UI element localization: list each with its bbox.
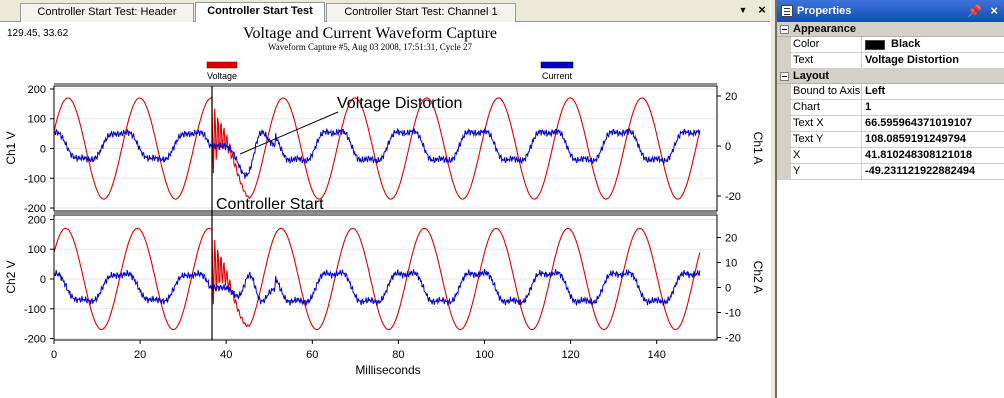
cursor-coordinate-readout: 129.45, 33.62	[7, 28, 69, 39]
ch1-left-axis-label: Ch1 V	[4, 131, 18, 164]
legend-swatch-current	[540, 61, 574, 69]
property-name: Bound to Axis	[793, 84, 862, 99]
ch2-panel-header-bar	[54, 212, 717, 215]
properties-window-icon	[781, 5, 793, 17]
voltage-distortion-annotation[interactable]: Voltage Distortion	[337, 95, 462, 112]
document-tab-strip: Controller Start Test: Header Controller…	[0, 0, 773, 22]
ch1-right-tick-label: 20	[725, 91, 737, 103]
properties-empty-area	[777, 189, 1004, 398]
legend-label-current: Current	[542, 71, 573, 81]
ch2-left-tick-label: 200	[28, 214, 46, 226]
property-value[interactable]: 66.595964371019107	[862, 116, 1004, 131]
properties-title-bar: Properties 📌 ×	[777, 0, 1004, 22]
property-name: Color	[791, 37, 862, 52]
category-layout[interactable]: Layout	[777, 69, 1004, 84]
property-row-text-y[interactable]: Text Y 108.0859191249794	[777, 132, 1004, 148]
ch1-panel-header-bar	[54, 83, 717, 86]
ch2-plot-panel: -200-1000100200-20-1001020	[24, 212, 741, 346]
ch1-left-tick-label: 0	[40, 144, 46, 156]
property-name: Text Y	[791, 132, 862, 147]
ch2-right-tick-label: 0	[725, 283, 731, 295]
x-tick-label: 100	[475, 349, 493, 361]
ch2-left-tick-label: 0	[40, 274, 46, 286]
ch2-right-tick-label: 20	[725, 233, 737, 245]
tab-controller-start-test[interactable]: Controller Start Test	[195, 2, 325, 22]
chart-subtitle: Waveform Capture #5, Aug 03 2008, 17:51:…	[268, 42, 472, 52]
property-name: Chart	[791, 100, 862, 115]
property-row-chart[interactable]: Chart 1	[777, 100, 1004, 116]
property-row-y[interactable]: Y -49.231121922882494	[777, 164, 1004, 180]
properties-title: Properties	[797, 5, 852, 17]
property-value[interactable]: 1	[862, 100, 1004, 115]
tab-channel-1[interactable]: Controller Start Test: Channel 1	[326, 3, 516, 22]
waveform-chart-area[interactable]: Voltage and Current Waveform Capture Wav…	[0, 22, 770, 398]
legend-label-voltage: Voltage	[207, 71, 237, 81]
ch2-left-tick-label: -100	[24, 304, 46, 316]
property-value[interactable]: Left	[862, 84, 1004, 99]
property-row-bound-to-axis[interactable]: Bound to Axis Left	[777, 84, 1004, 100]
ch2-right-tick-label: -10	[725, 308, 741, 320]
ch1-left-tick-label: -200	[24, 203, 46, 215]
property-row-text[interactable]: Text Voltage Distortion	[777, 53, 1004, 69]
ch2-left-tick-label: -200	[24, 334, 46, 346]
pin-icon[interactable]: 📌	[967, 0, 982, 22]
x-tick-label: 40	[220, 349, 232, 361]
ch2-left-axis-label: Ch2 V	[4, 260, 18, 293]
close-icon[interactable]: ×	[990, 0, 998, 22]
property-name: Text	[791, 53, 862, 68]
x-axis-label: Milliseconds	[355, 363, 420, 377]
ch2-right-tick-label: 10	[725, 258, 737, 270]
ch1-current-series	[53, 127, 701, 179]
ch2-left-tick-label: 100	[28, 244, 46, 256]
ch1-left-tick-label: 100	[28, 114, 46, 126]
x-tick-label: 140	[648, 349, 666, 361]
ch1-right-tick-label: 0	[725, 141, 731, 153]
property-value[interactable]: 108.0859191249794	[862, 132, 1004, 147]
ch2-current-series	[53, 268, 701, 307]
x-tick-label: 20	[134, 349, 146, 361]
ch1-right-tick-label: -20	[725, 191, 741, 203]
property-value[interactable]: Voltage Distortion	[862, 53, 1004, 68]
tab-header[interactable]: Controller Start Test: Header	[20, 3, 194, 22]
property-value[interactable]: -49.231121922882494	[862, 164, 1004, 179]
waveform-chart[interactable]: Voltage and Current Waveform Capture Wav…	[0, 22, 770, 398]
x-axis: 0 20 40 60 80 100 120 140	[51, 340, 666, 361]
ch1-right-axis-label: Ch1 A	[751, 132, 765, 165]
properties-pane: Properties 📌 × Appearance Color Black Te…	[776, 0, 1004, 398]
ch1-left-tick-label: -100	[24, 173, 46, 185]
property-name: Y	[791, 164, 862, 179]
close-tab-icon[interactable]: ×	[755, 3, 769, 17]
property-value[interactable]: Black	[862, 37, 1004, 52]
ch2-right-tick-label: -20	[725, 333, 741, 345]
property-name: X	[791, 148, 862, 163]
category-label: Layout	[793, 70, 830, 82]
x-tick-label: 120	[561, 349, 579, 361]
legend-swatch-voltage	[206, 61, 238, 69]
property-row-color[interactable]: Color Black	[777, 37, 1004, 53]
x-tick-label: 80	[392, 349, 404, 361]
x-tick-label: 60	[306, 349, 318, 361]
color-swatch	[865, 39, 885, 50]
category-appearance[interactable]: Appearance	[777, 22, 1004, 37]
ch1-left-tick-label: 200	[28, 84, 46, 96]
property-row-text-x[interactable]: Text X 66.595964371019107	[777, 116, 1004, 132]
category-label: Appearance	[793, 23, 856, 35]
property-name: Text X	[791, 116, 862, 131]
tab-list-dropdown-icon[interactable]: ▼	[737, 4, 749, 16]
collapse-icon[interactable]	[780, 72, 789, 81]
property-row-x[interactable]: X 41.810248308121018	[777, 148, 1004, 164]
property-value[interactable]: 41.810248308121018	[862, 148, 1004, 163]
collapse-icon[interactable]	[780, 25, 789, 34]
ch2-right-axis-label: Ch2 A	[751, 261, 765, 294]
controller-start-annotation[interactable]: Controller Start	[216, 196, 324, 213]
x-tick-label: 0	[51, 349, 57, 361]
chart-title: Voltage and Current Waveform Capture	[243, 25, 497, 42]
